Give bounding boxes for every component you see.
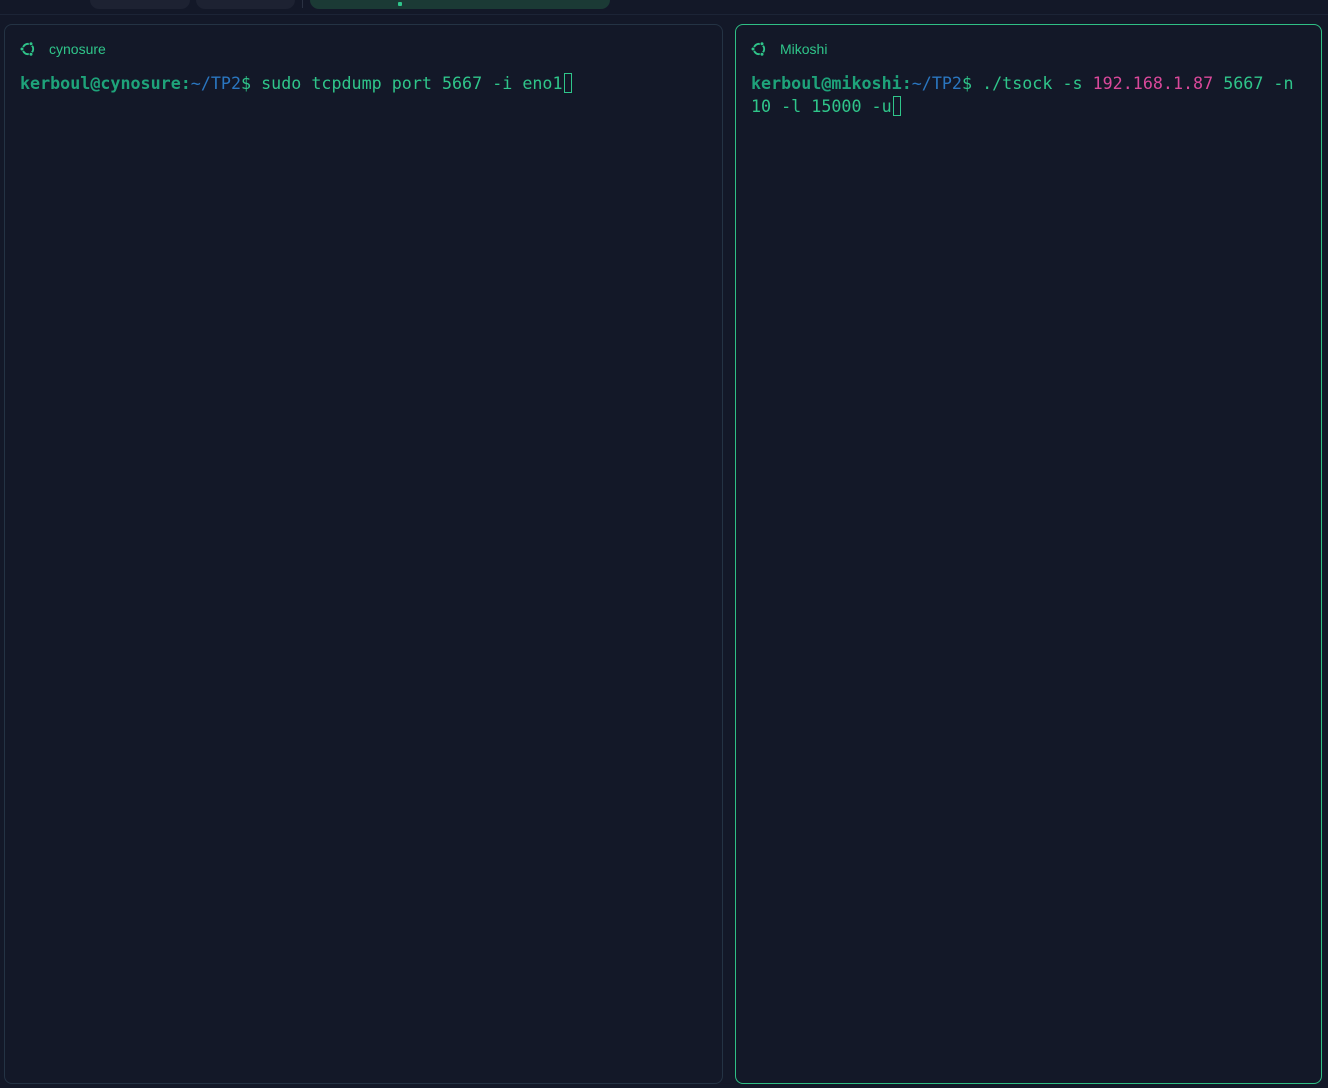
- command-ip-address: 192.168.1.87: [1092, 73, 1214, 93]
- terminal-pane-cynosure[interactable]: cynosure kerboul@cynosure:~/TP2$ sudo tc…: [4, 24, 723, 1084]
- command-text: sudo tcpdump port 5667 -i eno1: [251, 73, 563, 93]
- prompt-separator: :: [180, 73, 191, 93]
- ubuntu-icon: [19, 41, 35, 57]
- prompt-user-host: kerboul@cynosure: [20, 73, 181, 93]
- terminal-cursor: [892, 96, 901, 116]
- tab-2[interactable]: [196, 0, 295, 9]
- terminal-cursor: [563, 73, 572, 93]
- terminal-pane-mikoshi[interactable]: Mikoshi kerboul@mikoshi:~/TP2$ ./tsock -…: [735, 24, 1322, 1084]
- terminal-output[interactable]: kerboul@cynosure:~/TP2$ sudo tcpdump por…: [20, 72, 708, 95]
- prompt-path: ~/TP2: [190, 73, 242, 93]
- command-text: ./tsock -s: [972, 73, 1093, 93]
- terminal-output[interactable]: kerboul@mikoshi:~/TP2$ ./tsock -s 192.16…: [751, 72, 1307, 118]
- prompt-symbol: $: [961, 73, 973, 93]
- ubuntu-icon: [750, 41, 766, 57]
- prompt-path: ~/TP2: [911, 73, 962, 93]
- tab-separator: [302, 0, 303, 8]
- tab-bar: [0, 0, 1328, 15]
- pane-header: Mikoshi: [750, 39, 827, 59]
- tab-1[interactable]: [90, 0, 190, 9]
- prompt-user-host: kerboul@mikoshi: [751, 73, 902, 93]
- pane-header: cynosure: [19, 39, 106, 59]
- pane-title: cynosure: [49, 41, 106, 57]
- tab-active[interactable]: [310, 0, 610, 9]
- prompt-symbol: $: [241, 73, 252, 93]
- prompt-separator: :: [901, 73, 912, 93]
- pane-title: Mikoshi: [780, 41, 828, 57]
- tab-active-indicator: [398, 2, 402, 6]
